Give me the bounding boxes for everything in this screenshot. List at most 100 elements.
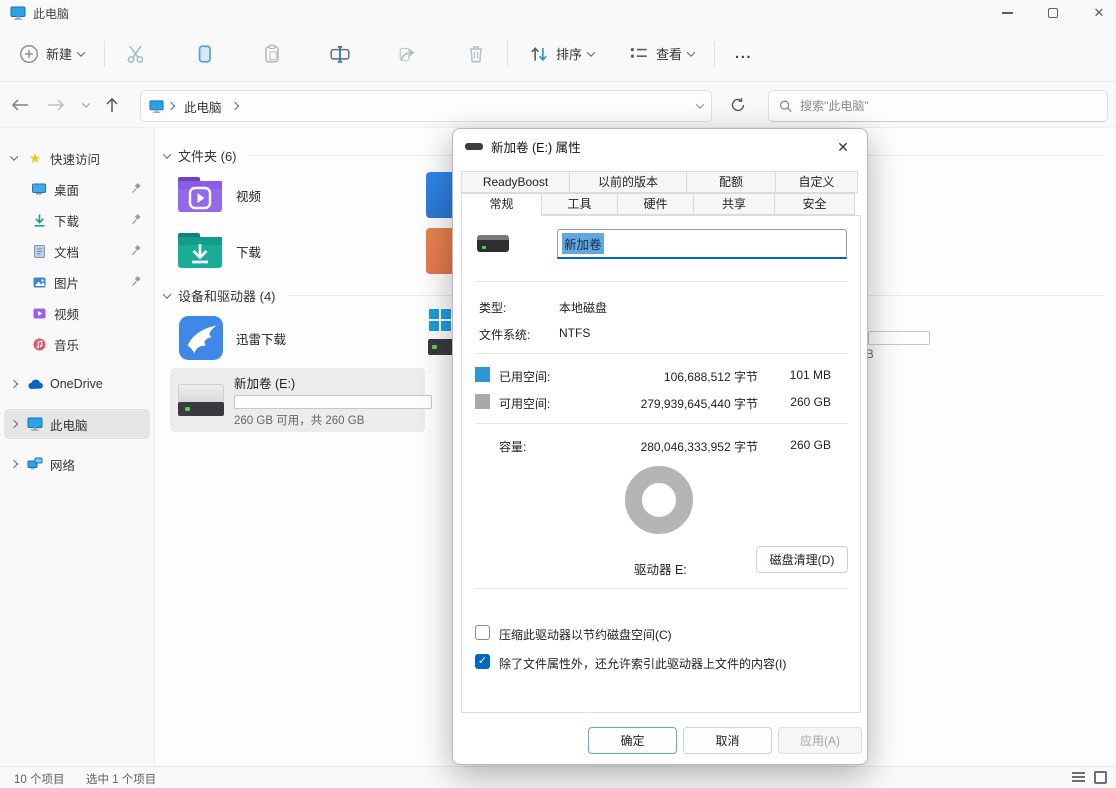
partial-folder-documents-icon[interactable] bbox=[426, 172, 453, 218]
dialog-close-button[interactable]: ✕ bbox=[827, 135, 859, 159]
capacity-bytes: 280,046,333,952 字节 bbox=[598, 438, 758, 455]
apply-button[interactable]: 应用(A) bbox=[778, 727, 862, 754]
tab-hardware[interactable]: 硬件 bbox=[617, 193, 694, 215]
items-count: 10 个项目 bbox=[14, 771, 65, 787]
video-icon bbox=[28, 306, 50, 321]
drive-tile-thunder[interactable]: 迅雷下载 bbox=[170, 310, 425, 366]
compress-checkbox[interactable] bbox=[475, 625, 490, 640]
capacity-size: 260 GB bbox=[761, 438, 831, 452]
tab-previous-versions[interactable]: 以前的版本 bbox=[569, 171, 687, 193]
tab-sharing[interactable]: 共享 bbox=[693, 193, 775, 215]
rename-icon bbox=[329, 43, 351, 65]
copy-button[interactable] bbox=[183, 37, 225, 71]
dialog-title: 新加卷 (E:) 属性 bbox=[491, 137, 581, 156]
maximize-button[interactable] bbox=[1032, 0, 1074, 26]
tab-security[interactable]: 安全 bbox=[774, 193, 855, 215]
sidebar-item-desktop[interactable]: 桌面 bbox=[4, 174, 150, 204]
sidebar-item-this-pc[interactable]: 此电脑 bbox=[4, 409, 150, 439]
sidebar-item-network[interactable]: 网络 bbox=[4, 449, 150, 479]
collapse-chevron-icon[interactable] bbox=[10, 380, 18, 388]
pin-icon bbox=[131, 276, 142, 290]
tab-readyboost[interactable]: ReadyBoost bbox=[461, 171, 570, 193]
partial-drive-usage-bar bbox=[868, 331, 930, 345]
toolbar: 新建 bbox=[0, 26, 1116, 82]
view-button[interactable]: 查看 bbox=[618, 37, 704, 71]
properties-dialog: 新加卷 (E:) 属性 ✕ ReadyBoost 以前的版本 配额 自定义 常规… bbox=[452, 128, 868, 765]
sidebar-item-quick-access[interactable]: ★ 快速访问 bbox=[4, 143, 150, 173]
collapse-chevron-icon[interactable] bbox=[10, 460, 18, 468]
disk-cleanup-button[interactable]: 磁盘清理(D) bbox=[756, 546, 848, 573]
toolbar-divider bbox=[714, 41, 715, 67]
delete-button[interactable] bbox=[455, 37, 497, 71]
star-icon: ★ bbox=[24, 150, 46, 167]
cut-icon bbox=[125, 43, 147, 65]
drive-tile-new-volume-e[interactable]: 新加卷 (E:) 260 GB 可用，共 260 GB bbox=[170, 368, 425, 432]
sidebar-item-downloads[interactable]: 下载 bbox=[4, 205, 150, 235]
partial-folder-music-icon[interactable] bbox=[426, 228, 453, 274]
search-box[interactable] bbox=[768, 90, 1108, 122]
search-input[interactable] bbox=[800, 99, 1097, 113]
volume-name-input[interactable]: 新加卷 bbox=[557, 229, 847, 259]
group-collapse-icon[interactable] bbox=[163, 150, 171, 158]
ok-button[interactable]: 确定 bbox=[588, 727, 677, 754]
folder-tile-downloads[interactable]: 下载 bbox=[170, 224, 425, 278]
sidebar-item-videos[interactable]: 视频 bbox=[4, 298, 150, 328]
thunder-app-icon bbox=[178, 315, 224, 361]
partial-windows-drive-icon[interactable] bbox=[428, 308, 454, 355]
share-button[interactable] bbox=[387, 37, 429, 71]
cancel-button[interactable]: 取消 bbox=[683, 727, 772, 754]
chevron-down-icon bbox=[587, 48, 595, 56]
pin-icon bbox=[131, 245, 142, 259]
trash-icon bbox=[465, 43, 487, 65]
breadcrumb[interactable]: 此电脑 bbox=[140, 90, 712, 122]
recent-locations-button[interactable] bbox=[74, 94, 98, 116]
back-button[interactable] bbox=[8, 94, 32, 116]
index-checkbox[interactable]: ✓ bbox=[475, 654, 490, 669]
expand-chevron-icon[interactable] bbox=[10, 152, 18, 160]
sidebar-item-pictures[interactable]: 图片 bbox=[4, 267, 150, 297]
pin-icon bbox=[131, 183, 142, 197]
collapse-chevron-icon[interactable] bbox=[10, 420, 18, 428]
toolbar-divider bbox=[104, 41, 105, 67]
drive-icon bbox=[178, 384, 224, 416]
tab-quota[interactable]: 配额 bbox=[686, 171, 776, 193]
drive-icon bbox=[477, 235, 509, 252]
details-view-icon[interactable] bbox=[1072, 772, 1085, 782]
sort-button-label: 排序 bbox=[556, 44, 582, 63]
sidebar-item-documents[interactable]: 文档 bbox=[4, 236, 150, 266]
new-button[interactable]: 新建 bbox=[8, 37, 94, 71]
search-icon bbox=[779, 99, 792, 113]
chevron-down-icon bbox=[77, 48, 85, 56]
address-dropdown-icon[interactable] bbox=[696, 100, 704, 108]
tab-general[interactable]: 常规 bbox=[461, 193, 542, 216]
forward-button[interactable] bbox=[44, 94, 68, 116]
breadcrumb-separator-icon bbox=[167, 102, 175, 110]
more-dots-icon: ... bbox=[735, 45, 752, 62]
selected-text: 新加卷 bbox=[562, 233, 604, 254]
onedrive-cloud-icon bbox=[24, 378, 46, 390]
group-collapse-icon[interactable] bbox=[163, 290, 171, 298]
refresh-button[interactable] bbox=[726, 94, 750, 116]
sidebar-item-onedrive[interactable]: OneDrive bbox=[4, 369, 150, 399]
sidebar-item-music[interactable]: 音乐 bbox=[4, 329, 150, 359]
minimize-button[interactable] bbox=[986, 0, 1028, 26]
paste-button[interactable] bbox=[251, 37, 293, 71]
dialog-titlebar: 新加卷 (E:) 属性 bbox=[453, 129, 867, 163]
index-checkbox-label: 除了文件属性外，还允许索引此驱动器上文件的内容(I) bbox=[499, 655, 786, 672]
this-pc-icon bbox=[10, 5, 26, 21]
up-button[interactable] bbox=[100, 94, 124, 116]
tab-customize[interactable]: 自定义 bbox=[775, 171, 858, 193]
tab-tools[interactable]: 工具 bbox=[541, 193, 618, 215]
desktop-icon bbox=[28, 181, 50, 197]
large-icons-view-icon[interactable] bbox=[1094, 771, 1107, 787]
used-space-bytes: 106,688,512 字节 bbox=[598, 368, 758, 385]
close-button[interactable]: ✕ bbox=[1078, 0, 1116, 26]
sort-button[interactable]: 排序 bbox=[518, 37, 604, 71]
more-options-button[interactable]: ... bbox=[725, 39, 762, 68]
folder-tile-videos[interactable]: 视频 bbox=[170, 168, 425, 222]
drive-icon bbox=[465, 143, 483, 150]
cut-button[interactable] bbox=[115, 37, 157, 71]
drive-free-info: 260 GB 可用，共 260 GB bbox=[234, 412, 432, 428]
rename-button[interactable] bbox=[319, 37, 361, 71]
breadcrumb-item-this-pc[interactable]: 此电脑 bbox=[184, 97, 222, 116]
